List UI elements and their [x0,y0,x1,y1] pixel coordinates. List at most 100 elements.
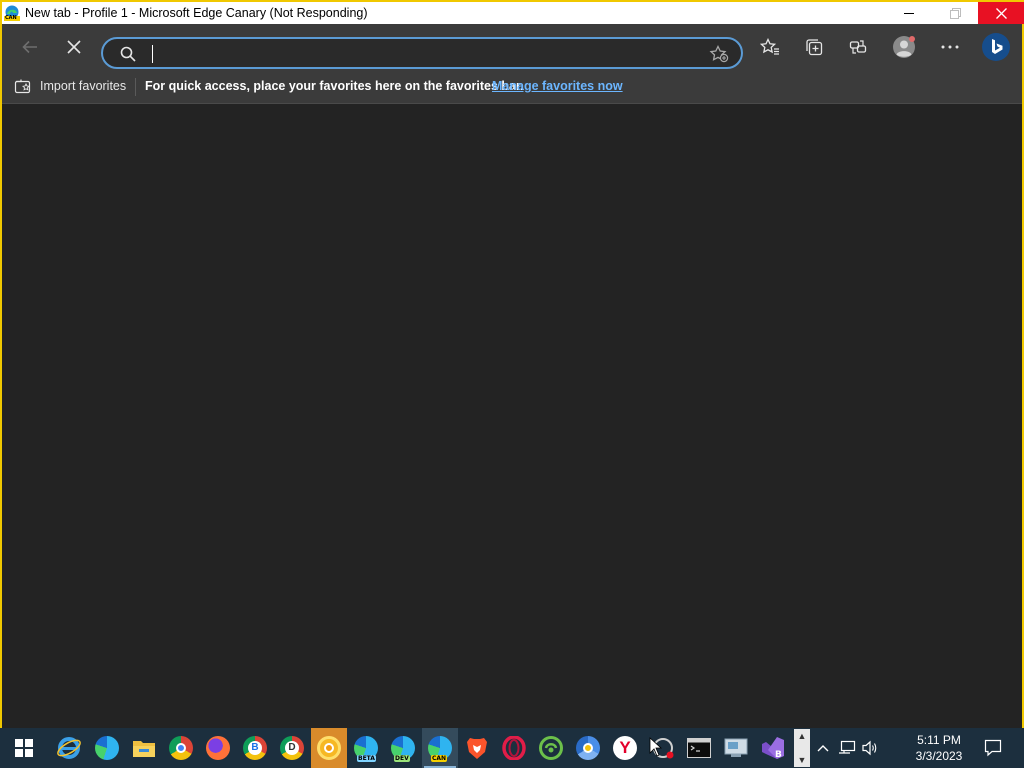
clock-date: 3/3/2023 [915,749,963,763]
volume-icon [862,740,877,756]
folder-icon [133,741,155,757]
notification-button[interactable] [978,728,1008,768]
taskbar-edge-beta[interactable]: BETA [348,728,384,768]
title-bar: CAN New tab - Profile 1 - Microsoft Edge… [2,2,1024,24]
stop-loading-button[interactable] [56,24,92,70]
firefox-icon [206,736,230,760]
tray-network[interactable] [836,728,858,768]
clock-time: 5:11 PM [917,733,961,747]
edge-dev-icon: DEV [391,736,415,762]
taskbar-cent-browser[interactable] [533,728,569,768]
windows-icon [15,739,33,757]
taskbar-terminal[interactable] [681,728,717,768]
profile-button[interactable] [886,24,922,70]
chrome-beta-icon: B [243,736,267,760]
maximize-icon [949,7,961,19]
manage-favorites-link[interactable]: Manage favorites now [492,79,623,93]
chrome-icon [169,736,193,760]
taskbar-file-explorer[interactable] [126,728,162,768]
import-favorites-button[interactable]: Import favorites [14,77,126,95]
minimize-icon [904,12,914,14]
favorites-divider [135,78,136,96]
chrome-beta-badge: B [248,741,262,755]
network-icon [839,740,856,754]
edge-canary-badge: CAN [431,755,448,762]
edge-canary-icon: CAN [428,736,452,762]
edge-dev-badge: DEV [394,755,410,762]
svg-text:B: B [775,750,782,760]
close-button[interactable] [978,2,1024,24]
minimize-button[interactable] [886,2,932,24]
taskbar-chrome-dev[interactable]: D [274,728,310,768]
taskbar-yandex[interactable]: Y [607,728,643,768]
opera-icon [502,736,526,760]
text-caret [152,45,153,63]
edge-icon [95,736,119,760]
ie-icon [57,737,81,759]
tray-overflow-button[interactable] [814,728,832,768]
address-input[interactable] [149,43,689,63]
terminal-icon [687,738,711,758]
taskbar-chromium[interactable] [570,728,606,768]
share-button[interactable] [840,24,876,70]
app-icon [649,737,674,759]
browser-window: CAN New tab - Profile 1 - Microsoft Edge… [0,0,1024,768]
close-icon [995,7,1007,19]
taskbar-chrome-canary[interactable] [311,728,347,768]
chromium-icon [576,736,600,760]
star-add-icon[interactable] [709,45,729,63]
bing-icon [982,33,1010,61]
taskbar-internet-explorer[interactable] [51,728,87,768]
back-button[interactable] [12,24,48,70]
taskbar-clock[interactable]: 5:11 PM 3/3/2023 [900,732,978,764]
browser-toolbar [2,24,1022,70]
taskbar-scroll[interactable]: ▲ ▼ [794,729,810,767]
start-button[interactable] [6,728,42,768]
collections-button[interactable] [796,24,832,70]
taskbar-unknown-app[interactable] [644,728,680,768]
taskbar-edge-canary[interactable]: CAN [422,728,458,768]
control-panel-icon [724,738,748,757]
chevron-up-icon [817,745,829,752]
chrome-dev-badge: D [285,741,299,755]
search-icon [120,46,136,62]
taskbar-edge[interactable] [89,728,125,768]
taskbar-chrome[interactable] [163,728,199,768]
favorites-icon [760,38,779,55]
more-icon [941,45,959,49]
more-button[interactable] [932,24,968,70]
taskbar-scroll-up-icon[interactable]: ▲ [798,731,807,741]
favorites-hint: For quick access, place your favorites h… [145,79,524,93]
taskbar-edge-dev[interactable]: DEV [385,728,421,768]
taskbar-scroll-down-icon[interactable]: ▼ [798,755,807,765]
window-title: New tab - Profile 1 - Microsoft Edge Can… [25,6,368,20]
taskbar-firefox[interactable] [200,728,236,768]
chrome-canary-icon [317,736,341,760]
favorites-bar: Import favorites For quick access, place… [2,70,1022,104]
maximize-button[interactable] [932,2,978,24]
brave-icon [467,738,487,759]
stop-loading-icon [67,40,81,54]
yandex-badge: Y [619,738,631,757]
tray-volume[interactable] [860,728,882,768]
edge-beta-badge: BETA [357,755,376,762]
taskbar-chrome-beta[interactable]: B [237,728,273,768]
edge-canary-app-icon: CAN [4,5,20,21]
page-content [2,105,1022,730]
taskbar-visual-studio[interactable]: B [755,728,791,768]
back-arrow-icon [22,40,37,54]
bing-button[interactable] [978,24,1014,70]
address-bar[interactable] [101,37,743,69]
taskbar-brave[interactable] [459,728,495,768]
taskbar-control-panel[interactable] [718,728,754,768]
edge-beta-icon: BETA [354,736,378,762]
import-favorites-icon [14,79,31,94]
import-favorites-label: Import favorites [40,79,127,93]
collections-icon [806,39,823,56]
app-icon-badge: CAN [5,15,17,21]
share-icon [849,40,867,54]
cent-browser-icon [539,736,563,760]
visual-studio-icon: B [762,737,784,760]
favorites-button[interactable] [752,24,788,70]
taskbar-opera[interactable] [496,728,532,768]
